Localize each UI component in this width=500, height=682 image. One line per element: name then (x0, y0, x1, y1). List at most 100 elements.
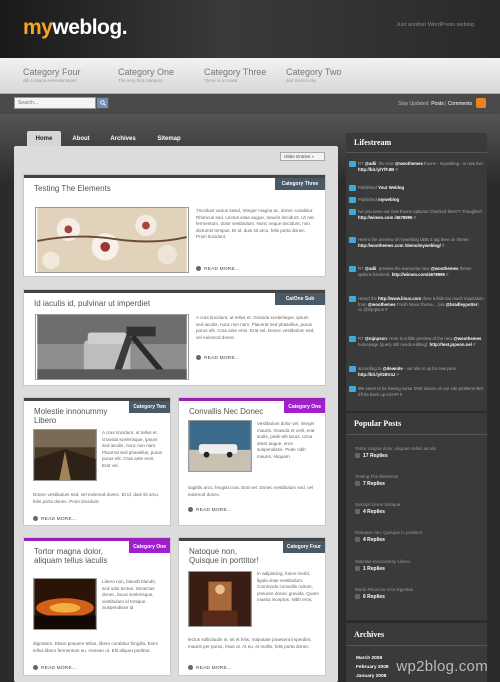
site-logo[interactable]: myweblog. (23, 16, 128, 40)
post-card: Molestie innonummy Libero Category Two A… (24, 398, 170, 525)
category-badge[interactable]: CatOne Sub (275, 293, 325, 305)
item-text: # (471, 341, 476, 347)
item-link[interactable]: http://test.jnpson.ne/ (430, 342, 472, 347)
post-title[interactable]: Molestie innonummy Libero (34, 407, 114, 425)
post-thumbnail[interactable] (35, 207, 189, 273)
read-more-link[interactable]: READ MORE... (196, 266, 239, 272)
item-link[interactable]: http://bit.ly/GBV4J (358, 372, 395, 377)
item-link[interactable]: Your Weblog (378, 185, 404, 190)
popular-item-title[interactable]: Natoque non, Quisque in porttitor! (355, 530, 480, 535)
post-thumbnail[interactable] (33, 429, 97, 481)
popular-item-title[interactable]: Suscipit lorem tristique (355, 502, 480, 507)
item-text: Here's the preview of myweblog UBB a tag… (358, 237, 470, 242)
popular-item[interactable]: Molestie innonummy Libero 1 Replies (355, 559, 480, 572)
post-title[interactable]: Tortor magna dolor, aliquam tellus iacul… (34, 547, 114, 565)
item-link[interactable]: @dewnite (383, 366, 403, 371)
item-link[interactable]: @bradleypotter (446, 302, 478, 307)
tab-about[interactable]: About (66, 131, 96, 147)
category-badge[interactable]: Category One (129, 541, 170, 553)
category-three-link[interactable]: Category Three Three is a crowd (204, 67, 294, 83)
archive-link[interactable]: February 2008 (356, 665, 389, 670)
category-one-link[interactable]: Category One The very first category (118, 67, 208, 83)
divider (346, 645, 487, 646)
logo-part-weblog: weblog. (52, 16, 128, 39)
item-link[interactable]: http://www.linux.com (378, 296, 421, 301)
item-link[interactable]: @adii (365, 266, 377, 271)
posts-feed-link[interactable]: Posts (431, 101, 444, 107)
category-two-link[interactable]: Category Two and more lucky (286, 67, 376, 83)
item-link[interactable]: myweblog (378, 197, 399, 202)
item-link[interactable]: @woothemes (454, 336, 482, 341)
post-title[interactable]: Testing The Elements (34, 184, 274, 193)
lifestream-item: Ive you seen our new theme options! Chec… (348, 209, 484, 220)
post-card: Tortor magna dolor, aliquam tellus iacul… (24, 538, 170, 675)
item-text: - our site is up for everyone: (402, 366, 458, 371)
archive-link[interactable]: March 2008 (356, 656, 382, 661)
twitter-icon (349, 336, 356, 342)
popular-item-title[interactable]: Tortor magna dolor, aliquam tellus iacul… (355, 446, 480, 451)
item-link[interactable]: @woothemes (368, 302, 396, 307)
category-badge[interactable]: Category Two (129, 401, 170, 413)
tab-home[interactable]: Home (27, 131, 61, 147)
popular-item-title[interactable]: Molestie innonummy Libero (355, 559, 480, 564)
lifestream-item: We seem to be having some DNS issues on … (348, 386, 484, 397)
popular-item[interactable]: Natoque non, Quisque in porttitor! 4 Repl… (355, 530, 480, 543)
post-excerpt: A cras tincidunt, ut tellus et. Gravida … (102, 430, 163, 468)
popular-item[interactable]: Testing The Elements 7 Replies (355, 474, 480, 487)
search-input[interactable] (14, 97, 96, 109)
reply-count: 4 Replies (355, 509, 480, 515)
read-more-link[interactable]: READ MORE... (188, 665, 231, 671)
post-title[interactable]: Natoque non, Quisque in porttitor! (189, 547, 269, 565)
older-entries-link[interactable]: Older Entries » (280, 152, 325, 161)
item-text: RT (358, 161, 365, 166)
item-link[interactable]: http://wimeo.com/4678995 (392, 272, 445, 277)
post-thumbnail[interactable] (35, 314, 189, 380)
item-link[interactable]: http://wimeo.com /4678995 (358, 215, 412, 220)
item-text: Published (358, 185, 379, 190)
item-link[interactable]: http://woothemes.com /demo/myweblog/ (358, 243, 441, 248)
category-title: Category One (118, 67, 175, 77)
item-link[interactable]: @adii (365, 161, 377, 166)
category-desc: The very first category (118, 78, 163, 83)
popular-item[interactable]: Morbi Rhoncus Arcu Egestas 6 Replies (355, 587, 480, 600)
read-more-link[interactable]: READ MORE... (196, 355, 239, 361)
post-title[interactable]: Convallis Nec Donec (189, 407, 269, 416)
category-badge[interactable]: Category Four (282, 541, 325, 553)
item-link[interactable]: @woothemes (431, 266, 459, 271)
post-thumbnail[interactable] (188, 571, 252, 627)
popular-item-title[interactable]: Morbi Rhoncus Arcu Egestas (355, 587, 480, 592)
twitter-icon (349, 209, 356, 215)
post-thumbnail[interactable] (188, 420, 252, 472)
comments-feed-link[interactable]: Comments (448, 101, 472, 107)
item-text: theme - myweblog - is now live: (422, 161, 484, 166)
category-four-link[interactable]: Category Four alb 4 etiuna Aenessimanes (23, 67, 113, 83)
rss-icon[interactable] (476, 98, 486, 108)
popular-item[interactable]: Tortor magna dolor, aliquam tellus iacul… (355, 446, 480, 459)
item-text: RT (358, 266, 365, 271)
popular-item-title[interactable]: Testing The Elements (355, 474, 480, 479)
twitter-icon (349, 266, 356, 272)
tab-archives[interactable]: Archives (104, 131, 142, 147)
archive-link[interactable]: January 2008 (356, 674, 386, 679)
read-more-link[interactable]: READ MORE... (188, 507, 231, 513)
category-badge[interactable]: Category One (284, 401, 325, 413)
post-thumbnail[interactable] (33, 578, 97, 630)
reply-count: 17 Replies (355, 453, 480, 459)
sub-bar: Stay Updated: Posts | Comments (0, 94, 500, 114)
read-more-link[interactable]: READ MORE... (33, 516, 76, 522)
popular-item[interactable]: Suscipit lorem tristique 4 Replies (355, 502, 480, 515)
item-link[interactable]: @mjnpson (365, 336, 387, 341)
read-more-link[interactable]: READ MORE... (33, 665, 76, 671)
post-excerpt: Vestibulum dolor vel, integer mauris. Gr… (257, 421, 315, 459)
search-button[interactable] (96, 97, 109, 109)
tab-sitemap[interactable]: Sitemap (150, 131, 188, 147)
post-title[interactable]: Id iaculis id, pulvinar ut imperdiet (34, 299, 274, 308)
item-link[interactable]: @woothemes (395, 161, 423, 166)
item-text: # (444, 271, 449, 277)
category-badge[interactable]: Category Three (275, 178, 325, 190)
post-card: Testing The Elements Category Three Tinc… (24, 175, 325, 276)
lifestream-item: Here's the preview of myweblog UBB a tag… (348, 237, 484, 248)
item-text: Heard the (358, 296, 379, 301)
lifestream-item: according to @dewnite - our site is up f… (348, 366, 484, 377)
item-link[interactable]: http://bit.ly/YfF.8B (358, 167, 394, 172)
